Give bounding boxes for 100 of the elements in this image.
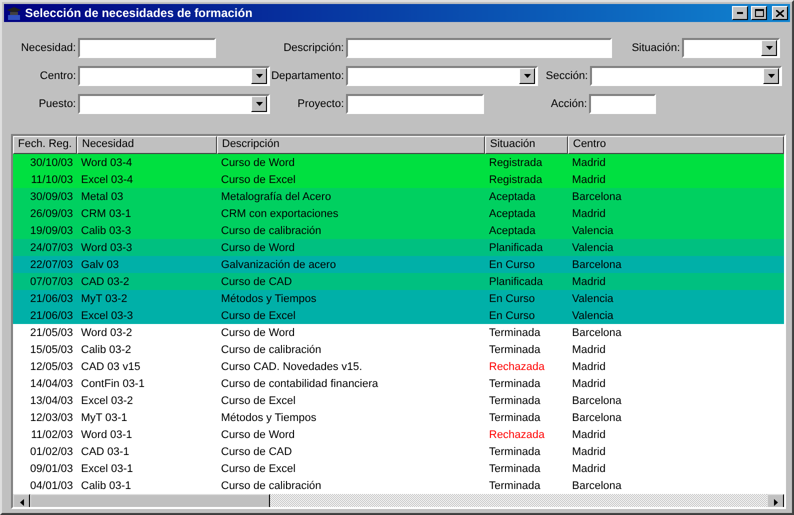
table-cell-text: Planificada: [488, 242, 544, 254]
table-row[interactable]: 22/07/03 Galv 03 Galvanización de acero En Curso Barcelona: [13, 256, 784, 273]
table-cell-text: Word 03-1: [80, 428, 134, 440]
table-cell-text: 30/10/03: [29, 156, 74, 168]
dropdown-field[interactable]: [78, 94, 270, 114]
table-cell-text: Madrid: [571, 462, 607, 474]
scroll-thumb[interactable]: [30, 494, 270, 507]
column-header[interactable]: Centro: [568, 136, 784, 154]
field-label: Proyecto:: [296, 98, 345, 110]
table-cell-text: Valencia: [571, 292, 614, 304]
table-cell-text: Metalografía del Acero: [220, 190, 332, 202]
table-cell-text: Madrid: [571, 428, 607, 440]
column-header[interactable]: Fech. Reg.: [13, 136, 77, 154]
table-cell-text: Planificada: [488, 276, 544, 288]
table-cell-text: 21/05/03: [29, 326, 74, 338]
table-row[interactable]: 30/09/03 Metal 03 Metalografía del Acero Aceptada Barcelona: [13, 188, 784, 205]
table-cell-text: Barcelona: [571, 326, 623, 338]
column-header[interactable]: Necesidad: [77, 136, 217, 154]
table-cell-text: Curso de calibración: [220, 480, 322, 492]
table-cell-text: Calib 03-2: [80, 344, 132, 356]
field-label: Sección:: [544, 70, 589, 82]
table-cell-text: Curso de Word: [220, 428, 296, 440]
table-row[interactable]: 21/06/03 Excel 03-3 Curso de Excel En Curso Valencia: [13, 307, 784, 324]
table-cell-text: Curso de Word: [220, 156, 296, 168]
column-header[interactable]: Situación: [485, 136, 568, 154]
table-cell-text: 11/02/03: [30, 428, 74, 440]
minimize-button[interactable]: [732, 6, 748, 20]
field-label: Descripción:: [282, 42, 345, 54]
input-field[interactable]: [589, 94, 656, 114]
table-cell-text: Curso CAD. Novedades v15.: [220, 360, 364, 372]
table-cell-text: Barcelona: [571, 480, 623, 492]
dropdown-button[interactable]: [251, 68, 267, 84]
close-icon: [776, 10, 784, 16]
table-row[interactable]: 21/06/03 MyT 03-2 Métodos y Tiempos En Curso Valencia: [13, 290, 784, 307]
caret-icon: [766, 46, 772, 50]
table-cell-text: MyT 03-1: [80, 412, 128, 424]
table-cell-text: Registrada: [488, 174, 544, 186]
dropdown-button[interactable]: [761, 40, 777, 56]
table-cell-text: 30/09/03: [29, 190, 74, 202]
table-cell-text: En Curso: [488, 292, 536, 304]
table-cell-text: CRM con exportaciones: [220, 208, 340, 220]
table-cell-text: Excel 03-1: [80, 462, 134, 474]
dropdown-field[interactable]: [590, 66, 782, 86]
table-row[interactable]: 26/09/03 CRM 03-1 CRM con exportaciones Aceptada Madrid: [13, 205, 784, 222]
field-label: Necesidad:: [20, 42, 77, 54]
field-label: Centro:: [38, 70, 77, 82]
input-field[interactable]: [346, 38, 612, 58]
dropdown-field[interactable]: [78, 66, 270, 86]
table-cell-text: Curso de Excel: [220, 174, 297, 186]
table-cell-text: CAD 03-2: [80, 276, 130, 288]
input-field[interactable]: [78, 38, 216, 58]
table-row[interactable]: 19/09/03 Calib 03-3 Curso de calibración Aceptada Valencia: [13, 222, 784, 239]
table-cell-text: Barcelona: [571, 258, 623, 270]
caret-icon: [768, 74, 774, 78]
table-cell-text: Barcelona: [571, 190, 623, 202]
table-cell-text: Curso de contabilidad financiera: [220, 378, 380, 390]
table-cell-text: Curso de calibración: [220, 344, 322, 356]
table-cell-text: Madrid: [571, 344, 607, 356]
column-header[interactable]: Descripción: [217, 136, 485, 154]
table-cell-text: 22/07/03: [29, 258, 74, 270]
dropdown-button[interactable]: [251, 96, 267, 112]
table-cell-text: Word 03-2: [80, 326, 134, 338]
table-cell-text: Valencia: [571, 242, 614, 254]
table-cell-text: Aceptada: [488, 190, 536, 202]
table-cell-text: Calib 03-3: [80, 224, 132, 236]
table-cell-text: Galv 03: [80, 258, 120, 270]
close-button[interactable]: [772, 6, 788, 20]
table-cell-text: Curso de CAD: [220, 276, 293, 288]
scroll-left-button[interactable]: [13, 494, 30, 507]
table-cell-text: Calib 03-1: [80, 480, 132, 492]
table-cell-text: Valencia: [571, 310, 614, 322]
table-cell-text: Métodos y Tiempos: [220, 412, 318, 424]
horizontal-scrollbar[interactable]: [13, 494, 784, 507]
table-cell-text: 01/02/03: [29, 446, 74, 458]
window-title: Selección de necesidades de formación: [25, 6, 254, 20]
dropdown-button[interactable]: [519, 68, 535, 84]
field-label: Puesto:: [38, 98, 77, 110]
table-row[interactable]: 30/10/03 Word 03-4 Curso de Word Registrada Madrid: [13, 154, 784, 171]
table-cell-text: Curso de Excel: [220, 310, 297, 322]
table-cell-text: 21/06/03: [29, 292, 74, 304]
table-row[interactable]: 11/10/03 Excel 03-4 Curso de Excel Registrada Madrid: [13, 171, 784, 188]
table-cell-text: CRM 03-1: [80, 208, 132, 220]
dropdown-field[interactable]: [682, 38, 780, 58]
input-field[interactable]: [346, 94, 484, 114]
dropdown-field[interactable]: [346, 66, 538, 86]
table-cell-text: Madrid: [571, 156, 607, 168]
scroll-right-button[interactable]: [767, 494, 784, 507]
table-cell-text: Word 03-3: [80, 242, 134, 254]
table-cell-text: Terminada: [488, 462, 542, 474]
dropdown-button[interactable]: [763, 68, 779, 84]
table-cell-text: En Curso: [488, 258, 536, 270]
table-cell-text: 12/03/03: [29, 412, 74, 424]
table-row[interactable]: 07/07/03 CAD 03-2 Curso de CAD Planificada Madrid: [13, 273, 784, 290]
table-cell-text: Aceptada: [488, 208, 536, 220]
table-cell-text: Rechazada: [488, 428, 546, 440]
table-row[interactable]: 24/07/03 Word 03-3 Curso de Word Planificada Valencia: [13, 239, 784, 256]
table-cell-text: Galvanización de acero: [220, 258, 337, 270]
maximize-icon: [754, 9, 764, 17]
maximize-button[interactable]: [751, 6, 767, 20]
table-cell-text: Excel 03-4: [80, 174, 134, 186]
